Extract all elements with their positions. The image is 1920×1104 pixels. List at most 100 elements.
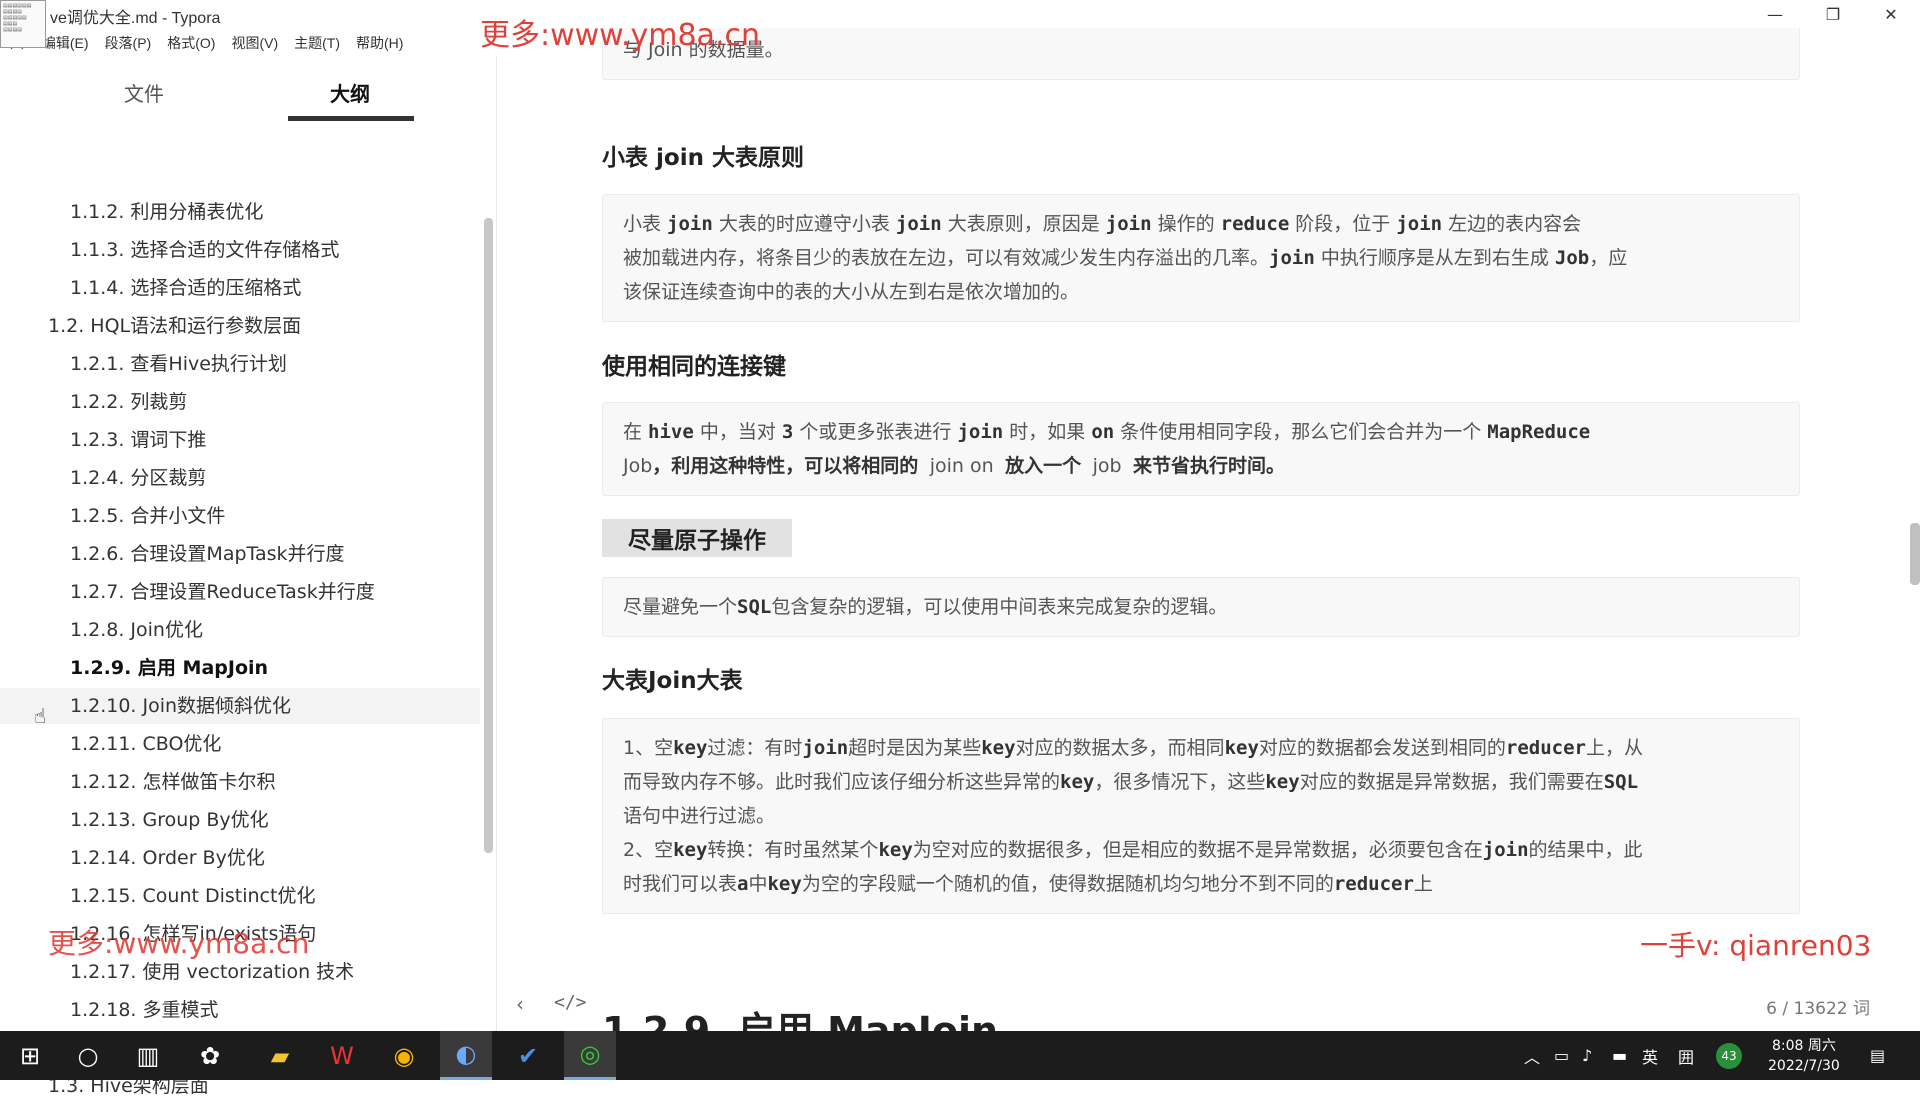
outline-item[interactable]: 1.2.9. 启用 MapJoin <box>0 650 480 686</box>
outline-item[interactable]: 1.2.15. Count Distinct优化 <box>0 878 480 914</box>
editor-area[interactable]: 与 Join 的数据量。 小表 join 大表原则 小表 join 大表的时应遵… <box>498 28 1920 1031</box>
outline-item[interactable]: 1.2.6. 合理设置MapTask并行度 <box>0 536 480 572</box>
code-block-big-join[interactable]: 1、空key过滤：有时join超时是因为某些key对应的数据太多，而相同key对… <box>602 718 1800 914</box>
heading-atomic[interactable]: 尽量原子操作 <box>602 519 792 557</box>
wps-icon[interactable]: W <box>316 1031 368 1080</box>
text-segment: 时我们可以表 <box>623 873 738 895</box>
outline-item[interactable]: 1.2.3. 谓词下推 <box>0 422 480 458</box>
outline-item[interactable]: 1.2. HQL语法和运行参数层面 <box>0 308 480 344</box>
inline-code: join <box>957 421 1004 443</box>
outline-item[interactable]: 1.2.7. 合理设置ReduceTask并行度 <box>0 574 480 610</box>
sidebar-scrollbar[interactable] <box>484 218 493 853</box>
menu-item[interactable]: 帮助(H) <box>348 30 411 54</box>
outline-item[interactable]: 1.1.2. 利用分桶表优化 <box>0 194 480 230</box>
action-center-icon[interactable]: ▤ <box>1870 1031 1885 1080</box>
menu-item[interactable]: 视图(V) <box>223 30 286 54</box>
chrome-icon[interactable]: ◉ <box>378 1031 430 1080</box>
outline-item[interactable]: 1.2.13. Group By优化 <box>0 802 480 838</box>
app-icon-1[interactable]: ✿ <box>184 1031 236 1080</box>
menu-item[interactable]: 格式(O) <box>159 30 223 54</box>
outline-item[interactable]: 1.2.4. 分区裁剪 <box>0 460 480 496</box>
code-block-same-key[interactable]: 在 hive 中，当对 3 个或更多张表进行 join 时，如果 on 条件使用… <box>602 402 1800 496</box>
inline-code: key <box>1060 771 1095 793</box>
inline-code: join <box>1396 213 1443 235</box>
ime-grid[interactable]: 囲 <box>1678 1031 1694 1080</box>
text-segment: 2、空 <box>623 839 674 861</box>
outline-item[interactable]: 1.2.11. CBO优化 <box>0 726 480 762</box>
text-segment: 转换：有时虽然某个 <box>707 839 879 861</box>
text-segment: 语句中进行过滤。 <box>623 805 776 827</box>
inline-code: 放入一个 <box>993 455 1093 477</box>
close-button[interactable]: ✕ <box>1862 0 1920 28</box>
text-segment: 1、空 <box>623 737 674 759</box>
code-block-top[interactable]: 与 Join 的数据量。 <box>602 28 1800 80</box>
outline-item[interactable]: 1.2.2. 列裁剪 <box>0 384 480 420</box>
tab-outline[interactable]: 大纲 <box>330 78 370 107</box>
heading-small-join[interactable]: 小表 join 大表原则 <box>602 138 804 172</box>
word-count[interactable]: 6 / 13622 词 <box>1766 994 1870 1019</box>
restore-button[interactable]: ❐ <box>1804 0 1862 28</box>
volume-icon[interactable]: ♪ <box>1582 1031 1592 1080</box>
outline-item[interactable]: 1.2.14. Order By优化 <box>0 840 480 876</box>
text-segment: join on <box>929 455 994 477</box>
typora-icon[interactable]: ◎ <box>564 1031 616 1080</box>
notification-badge[interactable]: 43 <box>1716 1031 1742 1080</box>
outline-item[interactable]: 1.2.8. Join优化 <box>0 612 480 648</box>
inline-code: join <box>895 213 942 235</box>
inline-code: 3 <box>781 421 794 443</box>
outline-item[interactable]: 1.2.5. 合并小文件 <box>0 498 480 534</box>
menu-item[interactable]: 段落(P) <box>97 30 160 54</box>
text-segment: ，很多情况下，这些 <box>1094 771 1266 793</box>
inline-code: SQL <box>1603 771 1639 793</box>
inline-code: join <box>1105 213 1152 235</box>
app-icon-2[interactable]: ✔ <box>502 1031 554 1080</box>
system-clock[interactable]: 8:08 周六 2022/7/30 <box>1768 1036 1840 1076</box>
code-block-small-join[interactable]: 小表 join 大表的时应遵守小表 join 大表原则，原因是 join 操作的… <box>602 194 1800 322</box>
text-segment: 的结果中，此 <box>1528 839 1643 861</box>
inline-code: SQL <box>737 596 772 618</box>
window-title: ve调优大全.md - Typora <box>50 10 221 27</box>
outline-item[interactable]: 1.1.4. 选择合适的压缩格式 <box>0 270 480 306</box>
text-segment: 在 <box>623 421 649 443</box>
search-icon[interactable]: ○ <box>62 1031 114 1080</box>
outline-item[interactable]: 1.2.18. 多重模式 <box>0 992 480 1028</box>
toggle-sidebar-icon[interactable]: ‹ <box>516 992 524 1016</box>
windows-start-icon[interactable]: ⊞ <box>4 1031 56 1080</box>
text-segment: 上 <box>1413 873 1433 895</box>
text-segment: 中执行顺序是从左到右生成 <box>1314 247 1555 269</box>
text-segment: 条件使用相同字段，那么它们会合并为一个 <box>1114 421 1488 443</box>
code-block-atomic[interactable]: 尽量避免一个SQL包含复杂的逻辑，可以使用中间表来完成复杂的逻辑。 <box>602 577 1800 637</box>
tray-chevron-icon[interactable]: ︿ <box>1524 1031 1540 1080</box>
network-icon[interactable]: ▭ <box>1554 1031 1569 1080</box>
text-segment: 左边的表内容会 <box>1442 213 1582 235</box>
outline-item[interactable]: 1.2.1. 查看Hive执行计划 <box>0 346 480 382</box>
text-segment: 个或更多张表进行 <box>793 421 958 443</box>
document-thumbnail: ▤▤▤▤▤▤ ▤▤▤▤ ▤▤▤▤▤ ▤▤▤ ▤▤▤▤ <box>0 0 46 48</box>
menu-bar: (F)编辑(E)段落(P)格式(O)视图(V)主题(T)帮助(H) <box>0 30 411 54</box>
file-explorer-icon[interactable]: ▰ <box>254 1031 306 1080</box>
outline-item[interactable]: 1.2.12. 怎样做笛卡尔积 <box>0 764 480 800</box>
code-line: 1、空key过滤：有时join超时是因为某些key对应的数据太多，而相同key对… <box>623 731 1779 765</box>
inline-code: hive <box>648 421 694 443</box>
battery-icon[interactable]: ▬ <box>1612 1031 1627 1080</box>
tab-files[interactable]: 文件 <box>124 78 164 107</box>
watermark-right: 一手v: qianren03 <box>1640 929 1872 962</box>
task-view-icon[interactable]: ▥ <box>122 1031 174 1080</box>
text-segment: 大表的时应遵守小表 <box>712 213 896 235</box>
heading-same-key[interactable]: 使用相同的连接键 <box>602 347 786 381</box>
outline-item[interactable]: 1.1.3. 选择合适的文件存储格式 <box>0 232 480 268</box>
minimize-button[interactable]: — <box>1746 0 1804 28</box>
text-segment: 过滤：有时 <box>707 737 803 759</box>
hand-cursor-icon: ☝ <box>34 704 47 728</box>
code-line: 时我们可以表a中key为空的字段赋一个随机的值，使得数据随机均匀地分不到不同的r… <box>623 867 1779 901</box>
outline-item[interactable]: 1.2.10. Join数据倾斜优化 <box>0 688 480 724</box>
heading-big-join[interactable]: 大表Join大表 <box>602 661 743 695</box>
ime-indicator[interactable]: 英 <box>1642 1031 1658 1080</box>
text-segment: 操作的 <box>1151 213 1221 235</box>
inline-code: key <box>1224 737 1259 759</box>
inline-code: join <box>802 737 849 759</box>
menu-item[interactable]: 主题(T) <box>286 30 348 54</box>
source-mode-icon[interactable]: </> <box>554 992 587 1013</box>
editor-scrollbar[interactable] <box>1910 523 1920 585</box>
browser-icon[interactable]: ◐ <box>440 1031 492 1080</box>
